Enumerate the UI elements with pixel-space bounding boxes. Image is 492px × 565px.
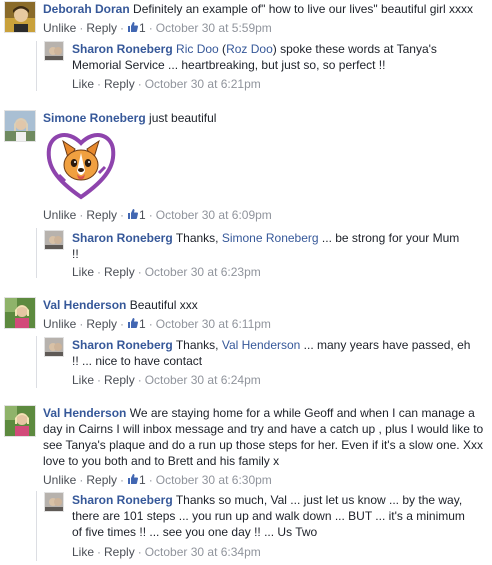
reply-sharon-roneberg: Sharon Roneberg Thanks, Simone Roneberg …: [44, 230, 484, 282]
like-count[interactable]: 1: [127, 208, 146, 222]
mention-link[interactable]: Roz Doo: [226, 42, 273, 56]
comment-timestamp[interactable]: October 30 at 6:09pm: [156, 208, 272, 222]
reply-actions: Like · Reply · October 30 at 6:24pm: [72, 373, 261, 387]
reply-actions: Like · Reply · October 30 at 6:23pm: [72, 265, 261, 279]
comment-thread: Deborah Doran Definitely an example of" …: [0, 0, 492, 565]
unlike-link[interactable]: Unlike: [43, 473, 76, 487]
reply-timestamp[interactable]: October 30 at 6:24pm: [145, 373, 261, 387]
corgi-heart-sticker[interactable]: [45, 127, 117, 201]
reply-link[interactable]: Reply: [104, 545, 135, 559]
reply-link[interactable]: Reply: [86, 473, 117, 487]
avatar[interactable]: [4, 1, 36, 33]
reply-author[interactable]: Sharon Roneberg: [72, 231, 173, 245]
avatar[interactable]: [4, 405, 36, 437]
reply-author[interactable]: Sharon Roneberg: [72, 338, 173, 352]
reply-link[interactable]: Reply: [86, 21, 117, 35]
comment-actions: Unlike · Reply · 1 · October 30 at 6:09pm: [43, 208, 272, 222]
comment-actions: Unlike · Reply · 1 · October 30 at 5:59pm: [43, 21, 272, 35]
comment-author[interactable]: Deborah Doran: [43, 2, 130, 16]
avatar[interactable]: [44, 337, 64, 357]
thumbs-up-icon: [128, 318, 139, 328]
reply-timestamp[interactable]: October 30 at 6:23pm: [145, 265, 261, 279]
like-count[interactable]: 1: [127, 473, 146, 487]
reply-sharon-roneberg: Sharon Roneberg Thanks, Val Henderson ..…: [44, 337, 484, 389]
comment-text: Beautiful xxx: [129, 298, 198, 312]
like-link[interactable]: Like: [72, 265, 94, 279]
comment-val-henderson: Val Henderson Beautiful xxx Unlike · Reply…: [4, 297, 490, 389]
comment-text: just beautiful: [149, 111, 217, 125]
avatar[interactable]: [44, 230, 64, 250]
reply-divider: [36, 41, 37, 91]
mention-link[interactable]: Ric Doo: [176, 42, 219, 56]
thumbs-up-icon: [128, 22, 139, 32]
reply-author[interactable]: Sharon Roneberg: [72, 42, 173, 56]
reply-divider: [36, 228, 37, 278]
like-link[interactable]: Like: [72, 77, 94, 91]
reply-timestamp[interactable]: October 30 at 6:34pm: [145, 545, 261, 559]
avatar[interactable]: [4, 297, 36, 329]
comment-timestamp[interactable]: October 30 at 6:11pm: [156, 317, 271, 331]
reply-link[interactable]: Reply: [86, 317, 117, 331]
reply-sharon-roneberg: Sharon Roneberg Ric Doo (Roz Doo) spoke …: [44, 41, 484, 93]
like-count[interactable]: 1: [127, 317, 146, 331]
reply-actions: Like · Reply · October 30 at 6:21pm: [72, 77, 261, 91]
reply-actions: Like · Reply · October 30 at 6:34pm: [72, 545, 261, 559]
unlike-link[interactable]: Unlike: [43, 21, 76, 35]
like-count[interactable]: 1: [127, 21, 146, 35]
avatar[interactable]: [44, 492, 64, 512]
reply-timestamp[interactable]: October 30 at 6:21pm: [145, 77, 261, 91]
comment-actions: Unlike · Reply · 1 · October 30 at 6:11pm: [43, 317, 271, 331]
like-link[interactable]: Like: [72, 545, 94, 559]
thumbs-up-icon: [128, 474, 139, 484]
reply-author[interactable]: Sharon Roneberg: [72, 493, 173, 507]
reply-link[interactable]: Reply: [104, 265, 135, 279]
like-link[interactable]: Like: [72, 373, 94, 387]
unlike-link[interactable]: Unlike: [43, 208, 76, 222]
thumbs-up-icon: [128, 209, 139, 219]
comment-timestamp[interactable]: October 30 at 6:30pm: [156, 473, 272, 487]
reply-link[interactable]: Reply: [104, 373, 135, 387]
comment-timestamp[interactable]: October 30 at 5:59pm: [156, 21, 272, 35]
reply-link[interactable]: Reply: [86, 208, 117, 222]
unlike-link[interactable]: Unlike: [43, 317, 76, 331]
reply-divider: [36, 491, 37, 561]
avatar[interactable]: [4, 110, 36, 142]
comment-author[interactable]: Simone Roneberg: [43, 111, 146, 125]
reply-sharon-roneberg: Sharon Roneberg Thanks so much, Val ... …: [44, 492, 484, 562]
comment-simone-roneberg: Simone Roneberg just beautiful Unlike · Re…: [4, 110, 490, 285]
reply-divider: [36, 336, 37, 388]
comment-text: Definitely an example of" how to live ou…: [133, 2, 474, 16]
comment-author[interactable]: Val Henderson: [43, 298, 126, 312]
mention-link[interactable]: Val Henderson: [222, 338, 301, 352]
comment-val-henderson: Val Henderson We are staying home for a …: [4, 405, 490, 563]
mention-link[interactable]: Simone Roneberg: [222, 231, 319, 245]
avatar[interactable]: [44, 41, 64, 61]
reply-link[interactable]: Reply: [104, 77, 135, 91]
comment-actions: Unlike · Reply · 1 · October 30 at 6:30pm: [43, 473, 272, 487]
comment-deborah-doran: Deborah Doran Definitely an example of" …: [4, 1, 490, 91]
comment-author[interactable]: Val Henderson: [43, 406, 126, 420]
